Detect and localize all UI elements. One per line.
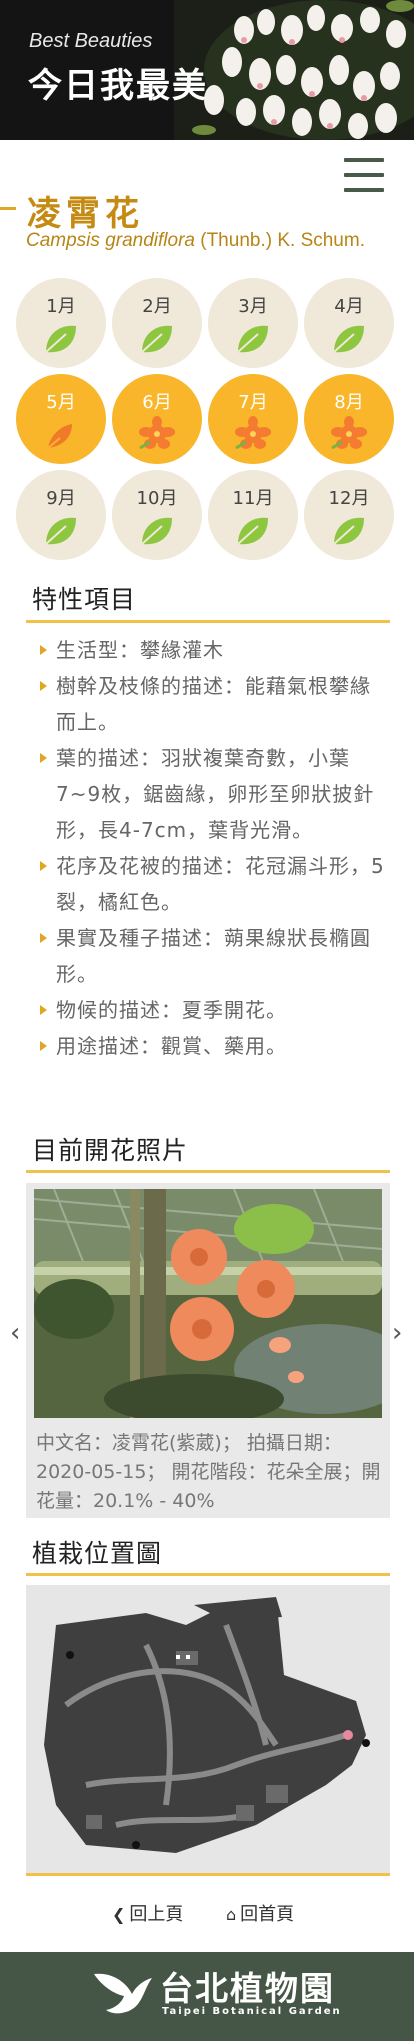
leaf-icon (328, 318, 370, 358)
flower-icon (136, 414, 178, 454)
flower-photo (34, 1189, 382, 1418)
photos-divider (26, 1170, 390, 1173)
flower-icon (328, 414, 370, 454)
month-7: 7月 (208, 374, 298, 464)
month-label: 4月 (334, 296, 364, 317)
scientific-name-binomial: Campsis grandiflora (26, 230, 195, 251)
menu-button[interactable] (344, 158, 384, 192)
month-1: 1月 (16, 278, 106, 368)
flower-banner-image (174, 0, 414, 140)
scientific-name: Campsis grandiflora (Thunb.) K. Schum. (26, 230, 365, 252)
leaf-icon (136, 318, 178, 358)
month-label: 1月 (46, 296, 76, 317)
trait-item: 用途描述：觀賞、藥用。 (36, 1028, 386, 1064)
traits-title: 特性項目 (32, 585, 137, 614)
leaf-icon (232, 510, 274, 550)
garden-map-image (26, 1585, 390, 1873)
scientific-name-authority: (Thunb.) K. Schum. (200, 230, 365, 251)
traits-divider (26, 620, 390, 623)
month-11: 11月 (208, 470, 298, 560)
plant-name: 凌霄花 (27, 194, 144, 234)
hamburger-icon (344, 158, 384, 162)
trait-item: 物候的描述：夏季開花。 (36, 992, 386, 1028)
leaf-icon (40, 510, 82, 550)
trait-item: 花序及花被的描述：花冠漏斗形，5裂，橘紅色。 (36, 848, 386, 920)
location-map[interactable] (26, 1585, 390, 1873)
photo-carousel: 中文名：凌霄花(紫葳)； 拍攝日期：2020-05-15； 開花階段：花朵全展；… (26, 1183, 390, 1518)
month-label: 12月 (328, 488, 370, 509)
traits-list: 生活型：攀緣灌木 樹幹及枝條的描述：能藉氣根攀緣而上。 葉的描述：羽狀複葉奇數，小葉… (36, 632, 386, 1064)
month-label: 5月 (46, 392, 76, 413)
chevron-left-icon: ❮ (112, 1905, 126, 1924)
month-12: 12月 (304, 470, 394, 560)
flower-photo-image (34, 1189, 382, 1418)
header-banner: Best Beauties 今日我最美 (0, 0, 414, 140)
home-link[interactable]: ⌂ 回首頁 (226, 1900, 294, 1926)
bud-icon (40, 414, 82, 454)
month-label: 9月 (46, 488, 76, 509)
leaf-icon (136, 510, 178, 550)
footer-logo-english: Taipei Botanical Garden (162, 2006, 342, 2017)
trait-item: 葉的描述：羽狀複葉奇數，小葉7~9枚，鋸齒緣，卵形至卵狀披針形，長4-7cm，葉… (36, 740, 386, 848)
header-subtitle: Best Beauties (29, 30, 153, 52)
back-link[interactable]: ❮ 回上頁 (112, 1900, 183, 1926)
home-label: 回首頁 (240, 1904, 295, 1925)
month-label: 2月 (142, 296, 172, 317)
month-label: 8月 (334, 392, 364, 413)
home-icon: ⌂ (226, 1905, 237, 1924)
month-6: 6月 (112, 374, 202, 464)
title-accent-bar (0, 207, 16, 210)
map-title: 植栽位置圖 (32, 1539, 163, 1568)
leaf-icon (40, 318, 82, 358)
trait-item: 樹幹及枝條的描述：能藉氣根攀緣而上。 (36, 668, 386, 740)
photos-title: 目前開花照片 (32, 1136, 189, 1165)
month-label: 7月 (238, 392, 268, 413)
header-title: 今日我最美 (28, 66, 208, 106)
chevron-right-icon[interactable]: › (392, 1318, 402, 1348)
month-4: 4月 (304, 278, 394, 368)
month-label: 3月 (238, 296, 268, 317)
month-3: 3月 (208, 278, 298, 368)
back-label: 回上頁 (129, 1904, 184, 1925)
month-5: 5月 (16, 374, 106, 464)
map-divider (26, 1573, 390, 1576)
chevron-left-icon[interactable]: ‹ (10, 1318, 20, 1348)
footer: 台北植物園 Taipei Botanical Garden (0, 1952, 414, 2041)
month-label: 6月 (142, 392, 172, 413)
flower-icon (232, 414, 274, 454)
map-bottom-divider (26, 1873, 390, 1876)
trait-item: 果實及種子描述：蒴果線狀長橢圓形。 (36, 920, 386, 992)
leaf-icon (232, 318, 274, 358)
leaf-icon (328, 510, 370, 550)
month-label: 10月 (136, 488, 178, 509)
month-8: 8月 (304, 374, 394, 464)
month-label: 11月 (232, 488, 274, 509)
trait-item: 生活型：攀緣灌木 (36, 632, 386, 668)
month-10: 10月 (112, 470, 202, 560)
photo-caption: 中文名：凌霄花(紫葳)； 拍攝日期：2020-05-15； 開花階段：花朵全展；… (36, 1432, 381, 1512)
month-2: 2月 (112, 278, 202, 368)
footer-logo-text: 台北植物園 (160, 1969, 335, 2008)
month-9: 9月 (16, 470, 106, 560)
garden-logo-icon (94, 1973, 152, 2014)
